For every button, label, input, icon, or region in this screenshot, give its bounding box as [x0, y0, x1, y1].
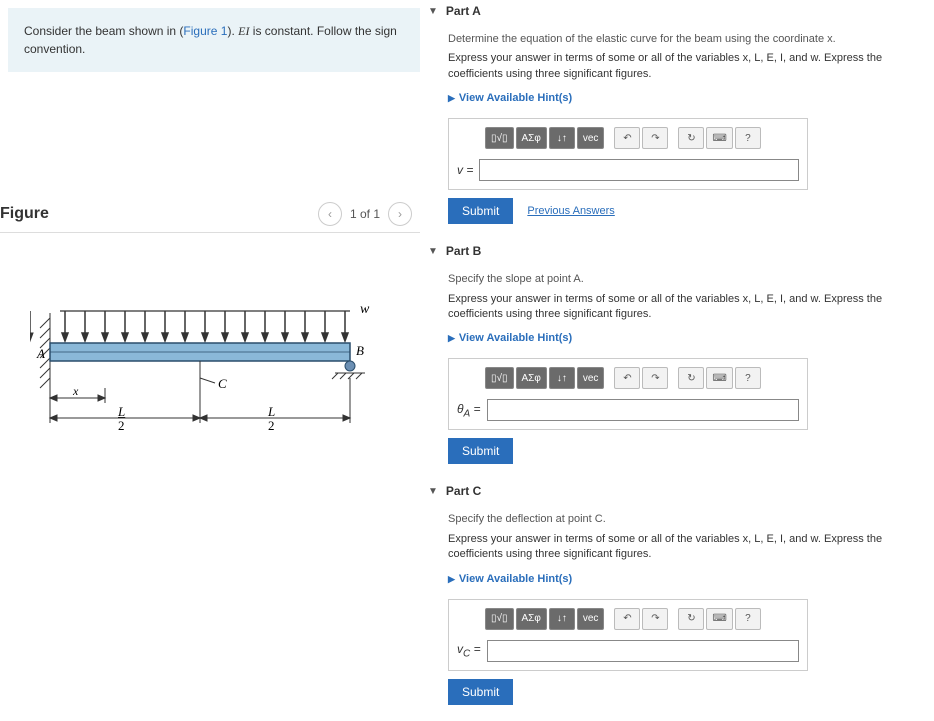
help-button[interactable]: ? — [735, 127, 761, 149]
part-a-instruction-1: Determine the equation of the elastic cu… — [448, 32, 926, 47]
caret-down-icon: ▼ — [428, 246, 438, 257]
template-button[interactable]: ▯√▯ — [485, 127, 514, 149]
figure-title: Figure — [0, 205, 49, 223]
part-c-header[interactable]: ▼ Part C — [428, 480, 926, 502]
part-a-answer-input[interactable] — [479, 159, 799, 181]
part-b-header[interactable]: ▼ Part B — [428, 240, 926, 262]
svg-text:B: B — [356, 343, 364, 358]
part-c-submit-button[interactable]: Submit — [448, 679, 513, 705]
reset-button[interactable]: ↻ — [678, 127, 704, 149]
problem-statement: Consider the beam shown in (Figure 1). E… — [8, 8, 420, 72]
redo-button[interactable]: ↷ — [642, 127, 668, 149]
part-b-instruction-2: Express your answer in terms of some or … — [448, 292, 926, 323]
help-button[interactable]: ? — [735, 367, 761, 389]
template-button[interactable]: ▯√▯ — [485, 608, 514, 630]
figure-next-button[interactable]: › — [388, 202, 412, 226]
svg-text:C: C — [218, 376, 227, 391]
part-b-answer-panel: ▯√▯ ΑΣφ ↓↑ vec ↶ ↷ ↻ ⌨ ? θA = — [448, 358, 808, 430]
vec-button[interactable]: vec — [577, 127, 605, 149]
undo-button[interactable]: ↶ — [614, 608, 640, 630]
vec-button[interactable]: vec — [577, 608, 605, 630]
part-a-header[interactable]: ▼ Part A — [428, 0, 926, 22]
figure-pager: ‹ 1 of 1 › — [318, 202, 412, 226]
svg-text:x: x — [72, 384, 79, 398]
subscript-button[interactable]: ↓↑ — [549, 608, 575, 630]
part-c-answer-input[interactable] — [487, 640, 799, 662]
svg-text:A: A — [36, 346, 45, 361]
figure-prev-button[interactable]: ‹ — [318, 202, 342, 226]
greek-button[interactable]: ΑΣφ — [516, 367, 547, 389]
part-a-previous-answers-link[interactable]: Previous Answers — [527, 205, 614, 217]
greek-button[interactable]: ΑΣφ — [516, 608, 547, 630]
part-a-hints-link[interactable]: View Available Hint(s) — [448, 92, 572, 104]
caret-down-icon: ▼ — [428, 486, 438, 497]
part-a-instruction-2: Express your answer in terms of some or … — [448, 51, 926, 82]
figure-pager-text: 1 of 1 — [350, 207, 380, 221]
part-c-instruction-1: Specify the deflection at point C. — [448, 512, 926, 527]
part-a-submit-button[interactable]: Submit — [448, 198, 513, 224]
reset-button[interactable]: ↻ — [678, 367, 704, 389]
svg-text:L: L — [267, 404, 275, 419]
part-c-hints-link[interactable]: View Available Hint(s) — [448, 573, 572, 585]
part-c-answer-panel: ▯√▯ ΑΣφ ↓↑ vec ↶ ↷ ↻ ⌨ ? vC = — [448, 599, 808, 671]
undo-button[interactable]: ↶ — [614, 367, 640, 389]
help-button[interactable]: ? — [735, 608, 761, 630]
caret-down-icon: ▼ — [428, 6, 438, 17]
svg-text:2: 2 — [118, 418, 125, 433]
svg-text:2: 2 — [268, 418, 275, 433]
greek-button[interactable]: ΑΣφ — [516, 127, 547, 149]
vec-button[interactable]: vec — [577, 367, 605, 389]
beam-figure: w A B C — [30, 283, 420, 446]
part-b-submit-button[interactable]: Submit — [448, 438, 513, 464]
redo-button[interactable]: ↷ — [642, 367, 668, 389]
part-a-var-label: v = — [457, 163, 473, 177]
svg-text:w: w — [360, 302, 370, 317]
svg-text:L: L — [117, 404, 125, 419]
keyboard-button[interactable]: ⌨ — [706, 608, 732, 630]
part-b-var-label: θA = — [457, 402, 481, 419]
part-a-answer-panel: ▯√▯ ΑΣφ ↓↑ vec ↶ ↷ ↻ ⌨ ? v = — [448, 118, 808, 190]
part-b-hints-link[interactable]: View Available Hint(s) — [448, 332, 572, 344]
part-c-var-label: vC = — [457, 642, 481, 659]
reset-button[interactable]: ↻ — [678, 608, 704, 630]
undo-button[interactable]: ↶ — [614, 127, 640, 149]
subscript-button[interactable]: ↓↑ — [549, 127, 575, 149]
template-button[interactable]: ▯√▯ — [485, 367, 514, 389]
figure-ref-link[interactable]: Figure 1 — [183, 24, 227, 38]
redo-button[interactable]: ↷ — [642, 608, 668, 630]
keyboard-button[interactable]: ⌨ — [706, 127, 732, 149]
subscript-button[interactable]: ↓↑ — [549, 367, 575, 389]
keyboard-button[interactable]: ⌨ — [706, 367, 732, 389]
part-c-instruction-2: Express your answer in terms of some or … — [448, 532, 926, 563]
part-b-instruction-1: Specify the slope at point A. — [448, 272, 926, 287]
part-b-answer-input[interactable] — [487, 399, 799, 421]
